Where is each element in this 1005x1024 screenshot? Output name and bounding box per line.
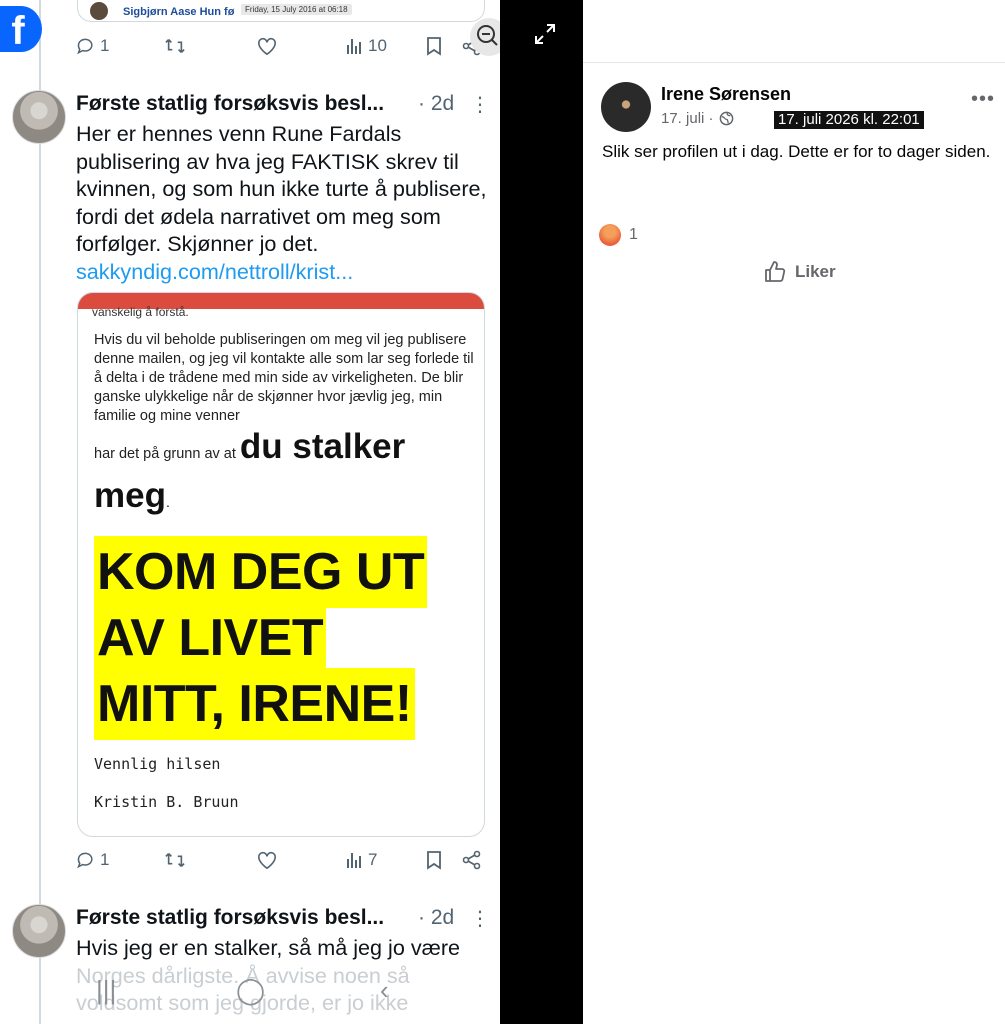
- bar-chart-icon: [347, 39, 361, 54]
- more-options-icon[interactable]: ⋮: [470, 92, 490, 117]
- divider: [583, 62, 1005, 63]
- email-line: har det på grunn av at du stalker: [94, 427, 484, 471]
- facebook-post-pane: Irene Sørensen 17. juli · 17. juli 2026 …: [583, 0, 1005, 1024]
- bookmark-button[interactable]: [426, 36, 442, 56]
- post-author[interactable]: Irene Sørensen: [661, 84, 791, 105]
- reactions-summary[interactable]: 1: [599, 224, 638, 246]
- post-meta: 17. juli ·: [661, 110, 734, 127]
- like-button[interactable]: [256, 36, 278, 56]
- attached-image-card[interactable]: vanskelig å forstå. Hvis du vil beholde …: [77, 292, 485, 837]
- post-text: Her er hennes venn Rune Fardals publiser…: [76, 121, 487, 256]
- reply-icon: [77, 38, 93, 55]
- views-button[interactable]: 7: [346, 850, 377, 870]
- views-button[interactable]: 10: [346, 36, 387, 56]
- bookmark-button[interactable]: [426, 850, 442, 870]
- post-text: Hvis jeg er en stalker, så må jeg jo vær…: [76, 935, 461, 960]
- quoted-post-stub[interactable]: Sigbjørn Aase Hun fø Friday, 15 July 201…: [77, 0, 485, 22]
- highlight-line-3: MITT, IRENE!: [94, 668, 415, 740]
- email-line-small: har det på grunn av at: [94, 446, 236, 462]
- back-icon[interactable]: ‹: [380, 975, 389, 1006]
- action-bar: 1 7: [76, 850, 486, 878]
- like-label: Liker: [795, 262, 836, 281]
- repost-button[interactable]: [164, 36, 186, 56]
- like-button[interactable]: [256, 850, 278, 870]
- timestamp-tooltip: Friday, 15 July 2016 at 06:18: [241, 4, 352, 15]
- highlight-line-1: KOM DEG UT: [94, 536, 428, 608]
- more-options-icon[interactable]: •••: [971, 88, 995, 111]
- more-options-icon[interactable]: ⋮: [470, 906, 490, 931]
- post-author[interactable]: Første statlig forsøksvis besl...: [76, 906, 384, 930]
- post-time[interactable]: · 2d: [418, 906, 454, 930]
- date-tooltip: 17. juli 2026 kl. 22:01: [774, 111, 924, 129]
- post-link[interactable]: sakkyndig.com/nettroll/krist...: [76, 258, 491, 286]
- angry-reaction-icon: [599, 224, 621, 246]
- post-author[interactable]: Første statlig forsøksvis besl...: [76, 92, 384, 116]
- views-count: 7: [368, 850, 378, 869]
- signature: Kristin B. Bruun: [94, 793, 239, 811]
- avatar[interactable]: [12, 904, 66, 958]
- android-nav-bar: ||| ◯ ‹: [0, 975, 500, 1020]
- action-bar-top: 1 10: [76, 36, 486, 64]
- heart-icon: [258, 851, 276, 870]
- expand-icon[interactable]: [533, 22, 557, 51]
- reply-button[interactable]: 1: [76, 850, 109, 870]
- recent-apps-icon[interactable]: |||: [96, 975, 116, 1006]
- reply-count: 1: [100, 850, 110, 869]
- thumbs-up-icon: [765, 261, 786, 282]
- home-icon[interactable]: ◯: [236, 975, 265, 1006]
- reply-icon: [77, 852, 93, 869]
- cut-off-text: vanskelig å forstå.: [92, 305, 189, 319]
- zoom-out-button[interactable]: [470, 18, 500, 56]
- quoted-avatar: [90, 2, 108, 20]
- bookmark-icon: [427, 37, 441, 56]
- zoom-out-icon: [477, 25, 498, 46]
- views-count: 10: [368, 36, 387, 55]
- avatar[interactable]: [601, 82, 651, 132]
- quoted-author: Sigbjørn Aase Hun fø: [123, 6, 235, 18]
- facebook-logo-icon[interactable]: f: [0, 6, 42, 53]
- bar-chart-icon: [347, 853, 361, 868]
- repost-button[interactable]: [164, 850, 186, 870]
- post-text: Slik ser profilen ut i dag. Dette er for…: [602, 142, 991, 161]
- heart-icon: [258, 37, 276, 56]
- repost-icon: [165, 853, 185, 867]
- repost-icon: [165, 39, 185, 53]
- globe-icon: [719, 111, 733, 126]
- email-line-big2: meg.: [94, 476, 170, 515]
- post-time[interactable]: · 2d: [418, 92, 454, 116]
- reaction-count: 1: [629, 226, 638, 243]
- email-text: Hvis du vil beholde publiseringen om meg…: [94, 332, 474, 424]
- reply-count: 1: [100, 36, 110, 55]
- post-date[interactable]: 17. juli ·: [661, 110, 714, 127]
- avatar[interactable]: [12, 90, 66, 144]
- share-button[interactable]: [462, 850, 482, 870]
- bookmark-icon: [427, 851, 441, 870]
- share-icon: [462, 850, 481, 870]
- greeting: Vennlig hilsen: [94, 755, 221, 773]
- reply-button[interactable]: 1: [76, 36, 109, 56]
- email-line-big: du stalker: [239, 427, 406, 466]
- like-button[interactable]: Liker: [763, 260, 836, 284]
- black-divider: [500, 0, 583, 1024]
- highlight-line-2: AV LIVET: [94, 602, 327, 674]
- x-thread-pane: Sigbjørn Aase Hun fø Friday, 15 July 201…: [0, 0, 500, 1024]
- post-body: Her er hennes venn Rune Fardals publiser…: [76, 120, 491, 285]
- thread-connector-line: [39, 0, 41, 1024]
